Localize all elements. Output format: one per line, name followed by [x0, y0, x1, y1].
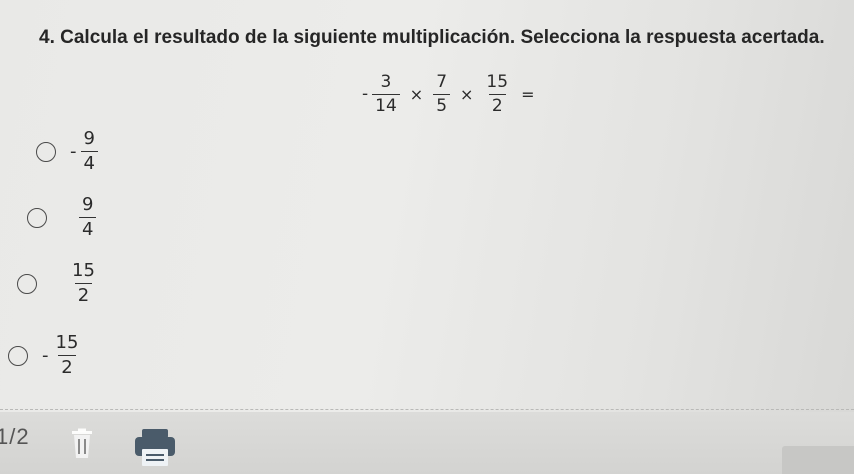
option-c-radio[interactable]: [17, 273, 37, 294]
option-b-radio[interactable]: [27, 207, 47, 228]
expression-fraction-2: 7 5: [433, 71, 451, 115]
expression-sign: -: [362, 84, 369, 104]
denominator: 2: [58, 355, 76, 377]
option-a[interactable]: - 9 4: [36, 130, 98, 173]
option-c-fraction: 15 2: [69, 262, 98, 305]
option-a-answer: - 9 4: [70, 130, 98, 173]
page-indicator: 1/2: [0, 424, 30, 449]
option-d-sign: -: [42, 345, 49, 366]
option-a-sign: -: [70, 141, 77, 162]
trash-icon[interactable]: [67, 428, 97, 460]
footer-divider: [0, 409, 854, 410]
option-d[interactable]: - 15 2: [8, 334, 81, 377]
numerator: 3: [380, 71, 392, 92]
denominator: 4: [79, 217, 97, 239]
numerator: 7: [436, 71, 448, 92]
expression: - 3 14 × 7 5 × 15 2 =: [362, 66, 534, 122]
numerator: 9: [82, 194, 94, 215]
numerator: 15: [486, 71, 509, 92]
numerator: 9: [83, 128, 95, 149]
option-c-answer: 15 2: [65, 262, 98, 305]
question-text: 4. Calcula el resultado de la siguiente …: [39, 27, 825, 48]
times-sign: ×: [460, 84, 474, 104]
corner-button[interactable]: [782, 446, 854, 474]
denominator: 14: [372, 93, 400, 115]
expression-fraction-3: 15 2: [483, 71, 511, 115]
denominator: 2: [74, 283, 93, 305]
option-d-radio[interactable]: [8, 345, 28, 366]
option-d-answer: - 15 2: [42, 334, 81, 377]
option-a-radio[interactable]: [36, 141, 56, 162]
footer-bar: [0, 412, 854, 474]
equals-sign: =: [521, 84, 535, 104]
expression-fraction-1: 3 14: [372, 71, 400, 115]
option-c[interactable]: 15 2: [17, 262, 98, 305]
denominator: 5: [433, 93, 451, 115]
denominator: 2: [488, 93, 506, 115]
option-b[interactable]: 9 4: [27, 194, 97, 239]
option-a-fraction: 9 4: [80, 128, 98, 173]
times-sign: ×: [409, 84, 424, 104]
numerator: 15: [55, 332, 79, 353]
option-b-fraction: 9 4: [79, 194, 97, 239]
printer-icon[interactable]: [133, 427, 177, 467]
option-d-fraction: 15 2: [53, 334, 82, 377]
denominator: 4: [80, 151, 98, 173]
option-b-answer: 9 4: [75, 194, 97, 239]
numerator: 15: [72, 260, 95, 281]
